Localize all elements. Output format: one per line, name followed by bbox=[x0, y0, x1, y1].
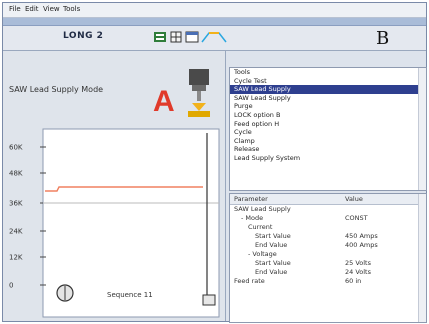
y-tick-label: 48K bbox=[9, 170, 23, 178]
feed-box-icon bbox=[202, 294, 216, 306]
property-row[interactable]: - Voltage bbox=[230, 250, 426, 259]
property-value[interactable]: 24 Volts bbox=[345, 268, 371, 277]
tree-item[interactable]: Feed option H bbox=[230, 120, 426, 129]
property-scrollbar[interactable] bbox=[418, 194, 426, 322]
left-pane: SAW Lead Supply Mode A 60K 48K 36K 24K 12K 0 … bbox=[3, 51, 226, 321]
function-tree[interactable]: Tools Cycle Test SAW Lead Supply SAW Lead S… bbox=[229, 67, 427, 191]
menu-file[interactable]: File bbox=[9, 5, 21, 13]
sequence-status: Sequence 11 bbox=[107, 291, 153, 299]
tree-item[interactable]: Purge bbox=[230, 102, 426, 111]
waveform-icon[interactable] bbox=[201, 30, 227, 44]
tree-item[interactable]: Lead Supply System bbox=[230, 154, 426, 163]
toolbar: LONG 2 B bbox=[3, 26, 426, 51]
menu-view[interactable]: View bbox=[43, 5, 60, 13]
property-value[interactable]: 60 in bbox=[345, 277, 361, 286]
chart: 60K 48K 36K 24K 12K 0 Sequence 11 bbox=[9, 128, 220, 318]
tree-item[interactable]: SAW Lead Supply bbox=[230, 94, 426, 103]
property-name: - Mode bbox=[241, 214, 264, 222]
tree-item[interactable]: Cycle bbox=[230, 128, 426, 137]
program-icon[interactable] bbox=[153, 30, 167, 44]
property-row[interactable]: Start Value 25 Volts bbox=[230, 259, 426, 268]
property-row[interactable]: End Value 24 Volts bbox=[230, 268, 426, 277]
property-grid-header: Parameter Value bbox=[230, 194, 426, 205]
property-name: SAW Lead Supply bbox=[234, 205, 291, 213]
property-name: Feed rate bbox=[234, 277, 265, 285]
property-name: Current bbox=[248, 223, 273, 231]
app-window: File Edit View Tools LONG 2 B SAW Lead S… bbox=[2, 2, 427, 323]
tree-item[interactable]: Cycle Test bbox=[230, 77, 426, 86]
y-tick-label: 60K bbox=[9, 144, 23, 152]
tree-item[interactable]: SAW Lead Supply bbox=[230, 85, 426, 94]
callout-b: B bbox=[376, 28, 390, 49]
menu-bar: File Edit View Tools bbox=[3, 3, 426, 18]
tree-item[interactable]: Release bbox=[230, 145, 426, 154]
y-tick-label: 0 bbox=[9, 282, 13, 290]
property-row[interactable]: SAW Lead Supply bbox=[230, 205, 426, 214]
property-name: End Value bbox=[255, 241, 288, 249]
grid-icon[interactable] bbox=[169, 30, 183, 44]
tree-item[interactable]: LOCK option B bbox=[230, 111, 426, 120]
property-row[interactable]: - Mode CONST bbox=[230, 214, 426, 223]
property-name: Start Value bbox=[255, 232, 291, 240]
property-row[interactable]: Start Value 450 Amps bbox=[230, 232, 426, 241]
y-tick-label: 36K bbox=[9, 200, 23, 208]
property-grid[interactable]: Parameter Value SAW Lead Supply - Mode CON… bbox=[229, 193, 427, 323]
tree-item[interactable]: Clamp bbox=[230, 137, 426, 146]
property-value[interactable]: 400 Amps bbox=[345, 241, 378, 250]
device-name: SAW Lead Supply Mode bbox=[9, 85, 104, 94]
title-strip bbox=[3, 18, 426, 26]
property-row[interactable]: End Value 400 Amps bbox=[230, 241, 426, 250]
property-name: Start Value bbox=[255, 259, 291, 267]
column-value: Value bbox=[345, 195, 363, 203]
menu-edit[interactable]: Edit bbox=[25, 5, 39, 13]
property-row[interactable]: Current bbox=[230, 223, 426, 232]
y-tick-label: 12K bbox=[9, 254, 23, 262]
property-name: - Voltage bbox=[248, 250, 277, 258]
property-row[interactable]: Feed rate 60 in bbox=[230, 277, 426, 286]
welding-torch-icon bbox=[188, 69, 210, 117]
tree-item[interactable]: Tools bbox=[230, 68, 426, 77]
property-value[interactable]: 25 Volts bbox=[345, 259, 371, 268]
property-value[interactable]: 450 Amps bbox=[345, 232, 378, 241]
device-label: LONG 2 bbox=[63, 31, 104, 41]
column-parameter: Parameter bbox=[234, 195, 268, 203]
property-name: End Value bbox=[255, 268, 288, 276]
window-icon[interactable] bbox=[185, 30, 199, 44]
callout-a: A bbox=[153, 85, 175, 118]
property-value[interactable]: CONST bbox=[345, 214, 368, 223]
y-tick-label: 24K bbox=[9, 228, 23, 236]
menu-tools[interactable]: Tools bbox=[63, 5, 80, 13]
tree-scrollbar[interactable] bbox=[418, 68, 426, 190]
